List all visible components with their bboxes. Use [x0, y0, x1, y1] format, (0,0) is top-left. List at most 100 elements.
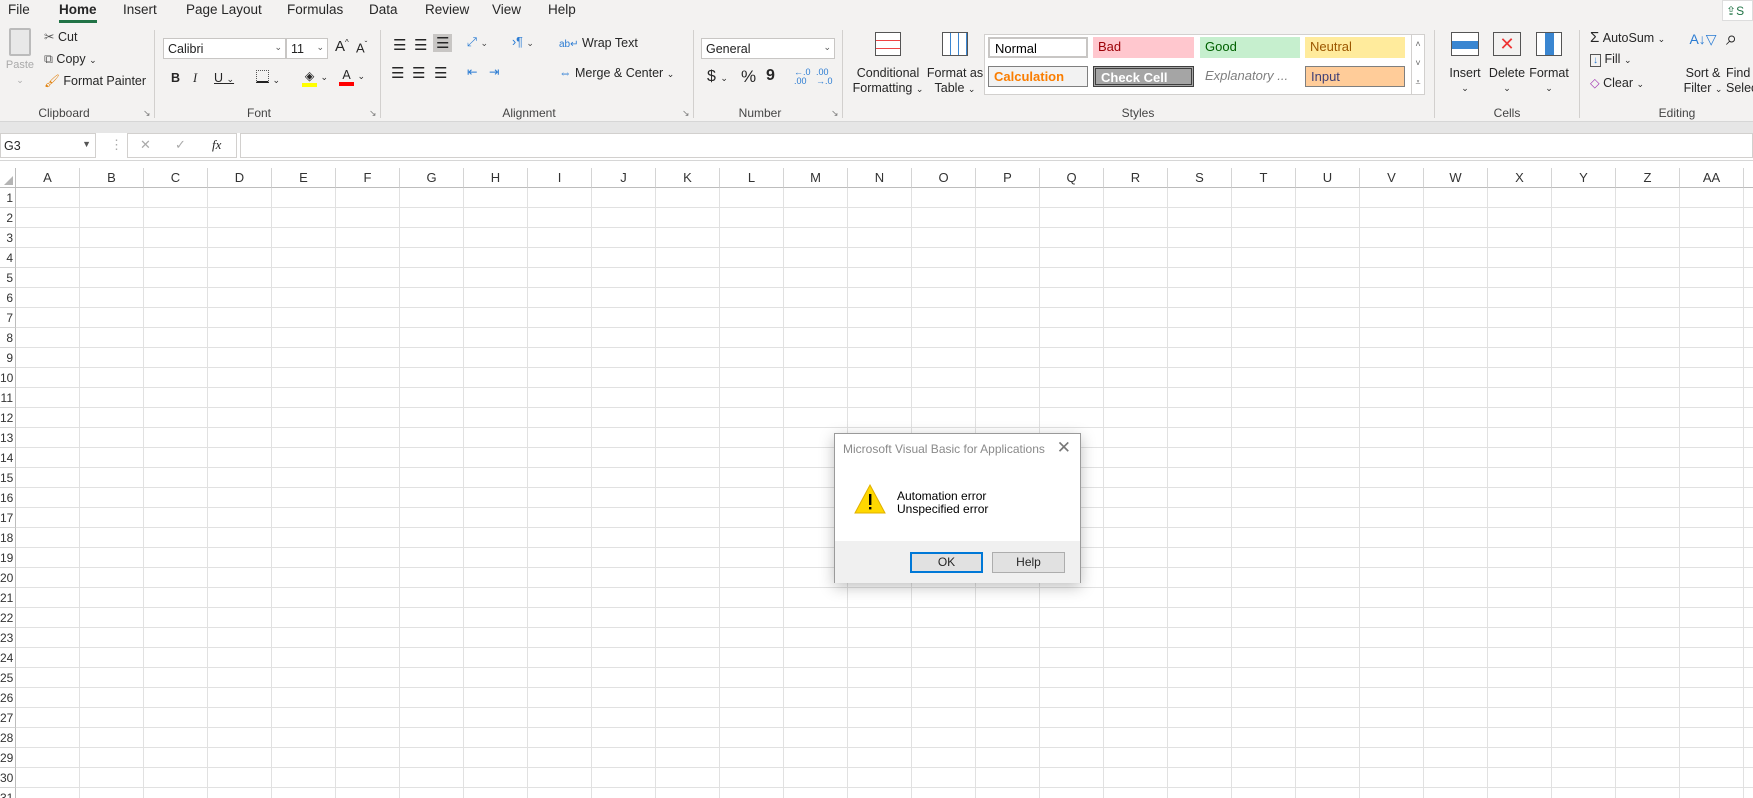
row-header[interactable]: 6 [0, 288, 16, 308]
column-header[interactable]: U [1296, 168, 1360, 188]
style-check-cell[interactable]: Check Cell [1093, 66, 1194, 87]
column-header[interactable]: J [592, 168, 656, 188]
align-left-button[interactable]: ☰ [391, 64, 404, 82]
tab-help[interactable]: Help [548, 2, 576, 17]
orientation-button[interactable]: ⤢ ⌄ [467, 35, 488, 50]
decrease-indent-button[interactable]: ⇤ [467, 64, 477, 79]
row-header[interactable]: 8 [0, 328, 16, 348]
row-header[interactable]: 31 [0, 788, 16, 798]
increase-indent-button[interactable]: ⇥ [489, 64, 499, 79]
chevron-down-icon[interactable]: ▼ [82, 139, 91, 149]
style-explanatory[interactable]: Explanatory ... [1200, 66, 1300, 87]
style-good[interactable]: Good [1200, 37, 1300, 58]
column-header[interactable]: K [656, 168, 720, 188]
column-header[interactable]: E [272, 168, 336, 188]
format-as-table-button[interactable]: Format as Table ⌄ [926, 32, 984, 97]
row-header[interactable]: 30 [0, 768, 16, 788]
help-button[interactable]: Help [992, 552, 1065, 573]
autosum-button[interactable]: Σ AutoSum ⌄ [1590, 29, 1665, 46]
style-normal[interactable]: Normal [988, 37, 1088, 58]
row-header[interactable]: 29 [0, 748, 16, 768]
percent-button[interactable]: % [741, 67, 756, 87]
comma-style-button[interactable]: 9 [766, 67, 775, 85]
fill-button[interactable]: ↓ Fill ⌄ [1590, 52, 1631, 67]
row-header[interactable]: 15 [0, 468, 16, 488]
italic-button[interactable]: I [193, 71, 197, 86]
name-box[interactable]: G3 ▼ [0, 133, 96, 158]
column-header[interactable]: R [1104, 168, 1168, 188]
borders-button[interactable]: ⌄ [256, 70, 280, 86]
dialog-launcher-icon[interactable]: ↘ [369, 108, 377, 119]
column-header[interactable]: L [720, 168, 784, 188]
style-bad[interactable]: Bad [1093, 37, 1194, 58]
column-header[interactable]: AA [1680, 168, 1744, 188]
wrap-text-button[interactable]: ab↵ Wrap Text [559, 36, 638, 50]
column-header[interactable] [1744, 168, 1753, 188]
sort-filter-button[interactable]: A↓▽ Sort & Filter ⌄ [1682, 32, 1724, 97]
gallery-scrollbar[interactable]: ˄ ˅ ⩡ [1411, 35, 1424, 94]
row-header[interactable]: 24 [0, 648, 16, 668]
dialog-launcher-icon[interactable]: ↘ [831, 108, 839, 119]
row-header[interactable]: 25 [0, 668, 16, 688]
column-header[interactable]: F [336, 168, 400, 188]
font-size-select[interactable]: 11 ⌄ [286, 38, 328, 59]
row-header[interactable]: 11 [0, 388, 16, 408]
clear-button[interactable]: ◇ Clear ⌄ [1590, 75, 1644, 90]
column-header[interactable]: I [528, 168, 592, 188]
column-header[interactable]: M [784, 168, 848, 188]
tab-page-layout[interactable]: Page Layout [186, 2, 262, 17]
style-input[interactable]: Input [1305, 66, 1405, 87]
number-format-select[interactable]: General ⌄ [701, 38, 835, 59]
formula-input[interactable] [240, 133, 1753, 158]
row-header[interactable]: 13 [0, 428, 16, 448]
select-all-button[interactable] [0, 168, 16, 188]
row-header[interactable]: 9 [0, 348, 16, 368]
row-header[interactable]: 14 [0, 448, 16, 468]
format-cells-button[interactable]: Format ⌄ [1527, 32, 1571, 96]
more-icon[interactable]: ⩡ [1412, 73, 1424, 92]
cut-button[interactable]: ✂ Cut [44, 29, 77, 44]
bottom-align-button[interactable]: ☰ [433, 34, 453, 52]
row-header[interactable]: 26 [0, 688, 16, 708]
fill-color-button[interactable]: ◈ ⌄ [302, 68, 328, 87]
insert-cells-button[interactable]: Insert ⌄ [1446, 32, 1484, 96]
decrease-decimal-button[interactable]: .00 →.0 [816, 68, 833, 86]
ok-button[interactable]: OK [910, 552, 983, 573]
column-header[interactable]: T [1232, 168, 1296, 188]
increase-decimal-button[interactable]: ←.0.00 [794, 68, 811, 86]
column-header[interactable]: C [144, 168, 208, 188]
conditional-formatting-button[interactable]: Conditional Formatting ⌄ [850, 32, 926, 97]
dialog-launcher-icon[interactable]: ↘ [682, 108, 690, 119]
tab-data[interactable]: Data [369, 2, 398, 17]
share-button[interactable]: ⇪S [1722, 0, 1753, 21]
row-header[interactable]: 20 [0, 568, 16, 588]
column-header[interactable]: Q [1040, 168, 1104, 188]
close-icon[interactable]: ✕ [1057, 438, 1071, 458]
text-direction-button[interactable]: ›¶ ⌄ [512, 35, 534, 49]
currency-button[interactable]: $ ⌄ [707, 68, 728, 86]
copy-button[interactable]: ⧉ Copy ⌄ [44, 52, 97, 67]
font-color-button[interactable]: A ⌄ [339, 68, 365, 86]
column-header[interactable]: A [16, 168, 80, 188]
row-header[interactable]: 12 [0, 408, 16, 428]
column-header[interactable]: W [1424, 168, 1488, 188]
row-header[interactable]: 27 [0, 708, 16, 728]
row-header[interactable]: 18 [0, 528, 16, 548]
merge-center-button[interactable]: ⇔ Merge & Center ⌄ [559, 66, 674, 80]
delete-cells-button[interactable]: ✕ Delete ⌄ [1488, 32, 1526, 96]
row-header[interactable]: 22 [0, 608, 16, 628]
insert-function-icon[interactable]: fx [212, 137, 221, 153]
column-header[interactable]: Y [1552, 168, 1616, 188]
bold-button[interactable]: B [171, 71, 180, 85]
row-header[interactable]: 1 [0, 188, 16, 208]
row-header[interactable]: 16 [0, 488, 16, 508]
tab-file[interactable]: File [8, 2, 30, 17]
column-header[interactable]: Z [1616, 168, 1680, 188]
row-header[interactable]: 28 [0, 728, 16, 748]
row-header[interactable]: 3 [0, 228, 16, 248]
top-align-button[interactable]: ☰ [393, 36, 406, 54]
row-header[interactable]: 21 [0, 588, 16, 608]
scroll-down-icon[interactable]: ˅ [1412, 54, 1424, 73]
column-header[interactable]: X [1488, 168, 1552, 188]
tab-insert[interactable]: Insert [123, 2, 157, 17]
